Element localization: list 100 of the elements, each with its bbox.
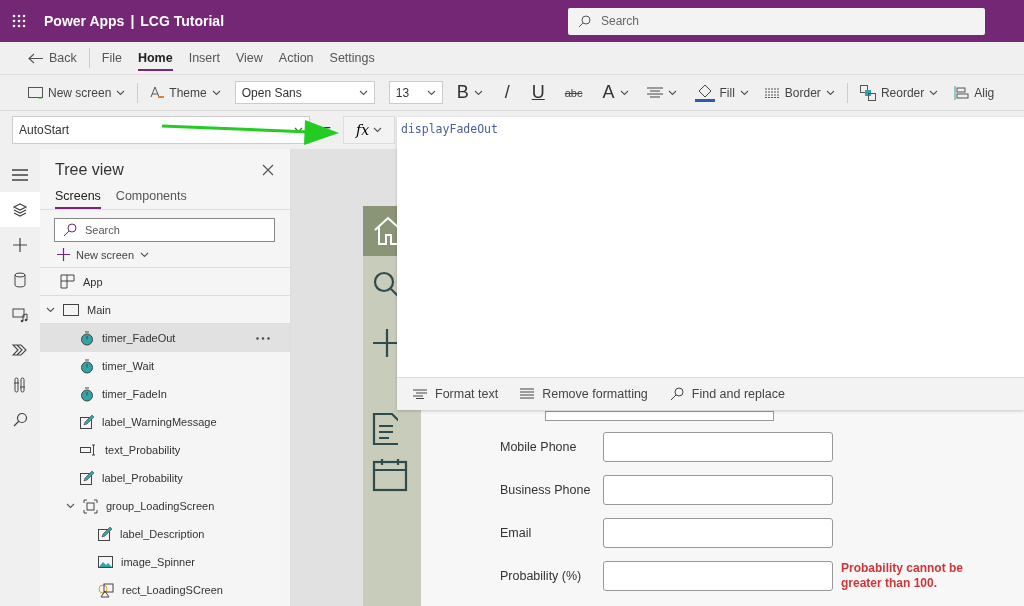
input-field[interactable] — [603, 561, 833, 591]
app-launcher-icon[interactable] — [12, 14, 26, 28]
formula-text: displayFadeOut — [400, 121, 499, 138]
search-icon — [63, 223, 77, 237]
shape-icon — [98, 582, 114, 598]
database-icon[interactable] — [13, 271, 27, 288]
menu-tab[interactable]: Action — [270, 47, 322, 69]
document-icon[interactable] — [372, 412, 398, 446]
font-size-dropdown[interactable]: 13 — [388, 81, 443, 104]
bold-button[interactable]: B — [448, 78, 491, 107]
search-icon — [669, 387, 684, 401]
tree-item-label: label_WarningMessage — [102, 416, 217, 428]
search-field[interactable]: Search — [568, 7, 985, 35]
field-label: Email — [500, 526, 533, 540]
tree-item-label: App — [83, 275, 103, 288]
editor-action[interactable]: Find and replace — [663, 387, 791, 401]
panel-tab[interactable]: Components — [115, 189, 187, 209]
tree-item[interactable]: label_Probability — [40, 464, 290, 492]
calendar-icon[interactable] — [372, 458, 408, 492]
tree-item-label: label_Probability — [102, 472, 183, 484]
underline-button[interactable]: U — [523, 78, 553, 107]
tools-icon[interactable] — [14, 376, 26, 393]
input-field[interactable] — [545, 411, 774, 421]
font-dropdown[interactable]: Open Sans — [234, 81, 375, 104]
tree-item-label: rect_LoadingSCreen — [122, 584, 223, 596]
close-icon[interactable] — [262, 164, 274, 176]
tree-item[interactable]: label_WarningMessage — [40, 408, 290, 436]
search-input[interactable]: Search — [83, 218, 266, 242]
app-title: Power Apps | LCG Tutorial — [44, 13, 225, 29]
tree-item[interactable]: image_Spinner — [40, 548, 290, 576]
timer-icon — [80, 330, 94, 346]
label-icon — [80, 415, 94, 429]
theme-button[interactable]: Theme — [142, 78, 229, 107]
tree-item[interactable]: text_Probability — [40, 436, 290, 464]
reorder-icon — [859, 84, 876, 101]
tree-item[interactable]: timer_FadeOut — [40, 324, 290, 352]
field-label: Business Phone — [500, 483, 592, 497]
menu-tab[interactable]: File — [93, 47, 130, 69]
font-color-button[interactable]: A — [594, 78, 637, 107]
input-field[interactable] — [603, 518, 833, 548]
formula-editor[interactable]: displayFadeOut Format text Remove formatting Find and replace — [397, 117, 1024, 410]
tree-item-label: image_Spinner — [121, 556, 195, 568]
tree-item[interactable]: App — [40, 268, 290, 296]
italic-button[interactable]: / — [490, 78, 524, 107]
media-icon[interactable] — [11, 306, 29, 323]
back-button[interactable]: Back — [20, 47, 85, 69]
align-left-icon — [954, 85, 970, 100]
plus-icon[interactable] — [372, 328, 398, 358]
layers-icon[interactable] — [12, 201, 28, 218]
search-icon[interactable] — [12, 412, 28, 427]
menu-tab[interactable]: Settings — [321, 47, 383, 69]
new-screen-button[interactable]: New screen — [40, 242, 290, 268]
panel-title: Tree view — [55, 161, 124, 179]
function-button[interactable]: fx — [343, 116, 395, 144]
field-label: Mobile Phone — [500, 440, 578, 454]
menu-icon[interactable] — [12, 168, 28, 181]
align-button[interactable]: Alig — [946, 78, 1003, 107]
tree-item-label: label_Description — [120, 528, 205, 540]
paint-bucket-icon — [694, 83, 715, 102]
field-label: Probability (%) — [500, 569, 583, 583]
tree-item[interactable]: label_Description — [40, 520, 290, 548]
back-arrow-icon — [28, 52, 43, 64]
plus-icon — [57, 248, 70, 261]
search-icon — [578, 14, 591, 28]
menu-tab[interactable]: Home — [129, 47, 181, 69]
tree-item[interactable]: group_LoadingScreen — [40, 492, 290, 520]
label-icon — [98, 527, 112, 541]
search-input[interactable]: Search — [599, 6, 975, 36]
home-icon[interactable] — [372, 215, 398, 247]
label-icon — [80, 471, 94, 485]
fill-button[interactable]: Fill — [686, 78, 757, 107]
tree-item-label: timer_FadeIn — [102, 388, 167, 400]
menu-tab[interactable]: View — [227, 47, 271, 69]
input-field[interactable] — [603, 432, 833, 462]
components-icon[interactable] — [12, 342, 28, 357]
tree-item[interactable]: timer_FadeIn — [40, 380, 290, 408]
screen-icon — [63, 303, 79, 316]
menu-tab[interactable]: Insert — [180, 47, 228, 69]
panel-tab[interactable]: Screens — [55, 189, 101, 209]
lines-icon — [520, 388, 535, 400]
border-button[interactable]: Border — [756, 78, 843, 107]
tree-item-label: timer_FadeOut — [102, 332, 176, 344]
tree-item-label: group_LoadingScreen — [106, 500, 215, 512]
strikethrough-button[interactable]: abc — [552, 78, 595, 107]
property-dropdown[interactable]: AutoStart — [12, 116, 310, 144]
group-icon — [83, 498, 98, 514]
search-field[interactable]: Search — [54, 218, 275, 242]
align-center-icon — [646, 86, 663, 99]
tree-item-label: text_Probability — [105, 444, 181, 456]
error-message: Probability cannot be greater than 100. — [841, 561, 964, 591]
new-screen-button[interactable]: New screen — [20, 78, 134, 107]
input-field[interactable] — [603, 475, 833, 505]
editor-action[interactable]: Remove formatting — [514, 387, 654, 401]
more-options-icon[interactable] — [256, 336, 270, 340]
app-icon — [60, 274, 75, 289]
tree-item[interactable]: rect_LoadingSCreen — [40, 576, 290, 604]
reorder-button[interactable]: Reorder — [851, 78, 947, 107]
tree-item[interactable]: timer_Wait — [40, 352, 290, 380]
timer-icon — [80, 358, 94, 374]
editor-action[interactable]: Format text — [407, 387, 505, 401]
